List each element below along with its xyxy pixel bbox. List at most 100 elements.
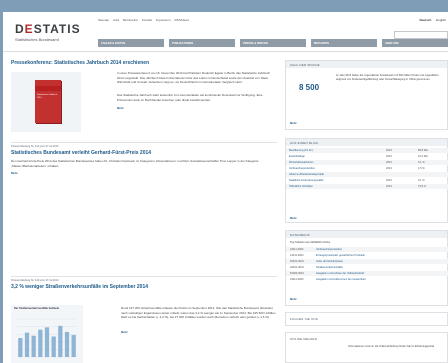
stat-value: 76,9 %	[418, 185, 427, 188]
stat-year: 2013	[386, 161, 392, 164]
stat-year: 2013	[386, 179, 392, 182]
chart-bar	[38, 329, 43, 357]
stat-value: 0,1 %	[418, 161, 425, 164]
datenbank-more-link[interactable]: Mehr	[290, 297, 297, 301]
service-link-kontakt[interactable]: Kontakt	[142, 18, 152, 22]
service-link-rss[interactable]: RSS/News	[174, 18, 189, 22]
db-table-name: Ausgaben und Aufkommen der Gesamtheit	[316, 278, 366, 281]
main-content: Pressekonferenz: Statistisches Jahrbuch …	[11, 60, 277, 363]
zahl-der-woche-text: Im Jahr 2013 haben die Jugendämter bunde…	[336, 74, 439, 81]
db-table-code: 12411-0001	[290, 254, 304, 257]
item3-title[interactable]: 3,2 % weniger Straßenverkehrsunfälle im …	[11, 284, 277, 290]
auf-einen-blick-more-link[interactable]: Mehr	[290, 216, 297, 220]
folgen-sie-uns-box: FOLGEN SIE UNS	[285, 312, 448, 326]
online-melden-text[interactable]: Informationen rund um die Online-Erhebun…	[348, 345, 446, 349]
main-navigation: ZAHLEN & FAKTEN PUBLIKATIONEN PRESSE & S…	[98, 39, 448, 47]
chart-plot	[17, 318, 77, 358]
lang-english[interactable]: English	[436, 18, 446, 22]
lead-more-link[interactable]: Mehr	[117, 106, 124, 110]
zahl-der-woche-heading: ZAHL DER WOCHE	[286, 61, 447, 68]
chart-bar	[58, 325, 63, 357]
zahl-der-woche-value: 8 500	[299, 83, 320, 92]
logo-subtitle: Statistisches Bundesamt	[15, 37, 59, 42]
stat-year: 2013	[386, 167, 392, 170]
stat-value: 80,8 Mio	[418, 149, 428, 152]
datenbank-box: DATENBANK Top-Tabellen aus GENESIS-Onlin…	[285, 230, 448, 306]
zahl-der-woche-more-link[interactable]: Mehr	[290, 121, 297, 125]
auf-einen-blick-heading: AUF EINEN BLICK	[286, 139, 447, 146]
nav-tab-presse-service[interactable]: PRESSE & SERVICE	[240, 39, 306, 47]
db-table-code: 62321-0001	[290, 260, 304, 263]
online-melden-box: ONLINE MELDEN Informationen rund um die …	[285, 332, 448, 363]
db-table-code: 81000-0001	[290, 272, 304, 275]
stat-label: Öffentliche Schulden	[289, 185, 313, 188]
nav-tab-methoden[interactable]: METHODEN	[311, 39, 377, 47]
datenbank-intro: Top-Tabellen aus GENESIS-Online	[290, 241, 331, 244]
stat-row[interactable]: Verbraucherpreisindex 2013 1,5 %	[286, 166, 448, 171]
db-table-row[interactable]: 12411-0001 Erzeugerpreisindex gewerbliche…	[286, 253, 448, 258]
db-table-row[interactable]: 62321-0001 Index der Einfuhrpreise	[286, 259, 448, 264]
item2-date: Pressemitteilung Nr. 412 vom 27.11.2014	[11, 145, 59, 148]
db-table-row[interactable]: 81000-0001 Ausgaben und Indizes der Volks…	[286, 271, 448, 276]
divider	[11, 276, 277, 277]
stat-value: 0,1 %	[418, 179, 425, 182]
db-table-name: Straßenverkehrsunfälle	[316, 266, 343, 269]
item3-date: Pressemitteilung Nr. 410 vom 27.11.2014	[11, 279, 59, 282]
service-link-jobs[interactable]: Jobs	[113, 18, 119, 22]
logo-wordmark: DESTATIS	[15, 22, 81, 36]
stat-row[interactable]: Wirtschaftswachstum 2013 0,1 %	[286, 160, 448, 165]
item3-more-link[interactable]: Mehr	[121, 330, 128, 334]
accidents-chart[interactable]: Der Straßenverkehrsunfälle Getötete	[11, 305, 83, 363]
service-link-barrierefrei[interactable]: Barrierefrei	[123, 18, 138, 22]
stat-row[interactable]: Bevölkerung (31.12.) 2013 80,8 Mio	[286, 148, 448, 153]
db-table-code: 23111-0003	[290, 278, 304, 281]
stat-year: 2013	[386, 149, 392, 152]
sidebar: ZAHL DER WOCHE 8 500 Im Jahr 2013 haben …	[285, 60, 448, 363]
stat-row[interactable]: Staatliche Finanzierungssaldo 2013 0,1 %	[286, 178, 448, 183]
stat-row[interactable]: Arbeit an Bruttoinlandsprodukt	[286, 172, 448, 177]
db-table-row[interactable]: 23111-0003 Ausgaben und Aufkommen der Ges…	[286, 277, 448, 282]
item2-more-link[interactable]: Mehr	[11, 171, 18, 175]
chart-bar	[24, 332, 30, 357]
stat-row[interactable]: Öffentliche Schulden 2013 76,9 %	[286, 184, 448, 189]
stat-row[interactable]: Erwerbstätige 2013 42,3 Mio	[286, 154, 448, 159]
db-table-row[interactable]: 23111-0002 Verbraucherpreisindex	[286, 247, 448, 252]
divider	[11, 142, 277, 143]
db-table-name: Index der Einfuhrpreise	[316, 260, 343, 263]
stat-year: 2013	[386, 185, 392, 188]
zahl-der-woche-box: ZAHL DER WOCHE 8 500 Im Jahr 2013 haben …	[285, 60, 448, 130]
item2-title[interactable]: Statistisches Bundesamt verleiht Gerhard…	[11, 150, 277, 156]
nav-tab-ueber-uns[interactable]: UBER UNS	[382, 39, 448, 47]
db-table-name: Erzeugerpreisindex gewerblicher Produkte	[316, 254, 365, 257]
stat-label: Wirtschaftswachstum	[289, 161, 314, 164]
stat-label: Erwerbstätige	[289, 155, 305, 158]
db-table-name: Verbraucherpreisindex	[316, 248, 342, 251]
online-melden-heading: ONLINE MELDEN	[286, 333, 447, 341]
stat-label: Bevölkerung (31.12.)	[289, 149, 314, 152]
chart-bar	[64, 331, 70, 357]
lead-title[interactable]: Pressekonferenz: Statistisches Jahrbuch …	[11, 60, 277, 66]
chart-bar	[51, 336, 56, 357]
lead-body-2: Das Statistische Jahrbuch steht kostenfr…	[117, 93, 263, 102]
auf-einen-blick-box: AUF EINEN BLICK Bevölkerung (31.12.) 2013…	[285, 138, 448, 223]
service-link-sitemap[interactable]: Sitemap	[98, 18, 109, 22]
db-table-row[interactable]: 46321-0001 Straßenverkehrsunfälle	[286, 265, 448, 270]
service-navigation: Sitemap Jobs Barrierefrei Kontakt Impres…	[98, 18, 192, 22]
service-link-impressum[interactable]: Impressum	[156, 18, 171, 22]
item3-body: Rund 197 200 Verkehrsunfälle erfasste di…	[121, 306, 276, 319]
db-table-code: 23111-0002	[290, 248, 304, 251]
search-input[interactable]	[394, 31, 448, 39]
nav-tab-publikationen[interactable]: PUBLIKATIONEN	[169, 39, 235, 47]
stat-label: Verbraucherpreisindex	[289, 167, 315, 170]
destatis-logo[interactable]: DESTATIS Statistisches Bundesamt	[15, 23, 81, 42]
chart-bar	[44, 327, 50, 357]
yearbook-image[interactable]: Statistisches Jahrbuch 2014	[11, 72, 81, 132]
stat-label: Arbeit an Bruttoinlandsprodukt	[289, 173, 324, 176]
chart-bar	[18, 338, 23, 357]
chart-bar	[71, 334, 76, 357]
lang-deutsch[interactable]: Deutsch	[419, 18, 431, 22]
nav-tab-zahlen-fakten[interactable]: ZAHLEN & FAKTEN	[98, 39, 164, 47]
page: DESTATIS Statistisches Bundesamt Sitemap…	[3, 12, 448, 363]
folgen-sie-uns-heading: FOLGEN SIE UNS	[286, 313, 447, 321]
stat-value: 42,3 Mio	[418, 155, 428, 158]
